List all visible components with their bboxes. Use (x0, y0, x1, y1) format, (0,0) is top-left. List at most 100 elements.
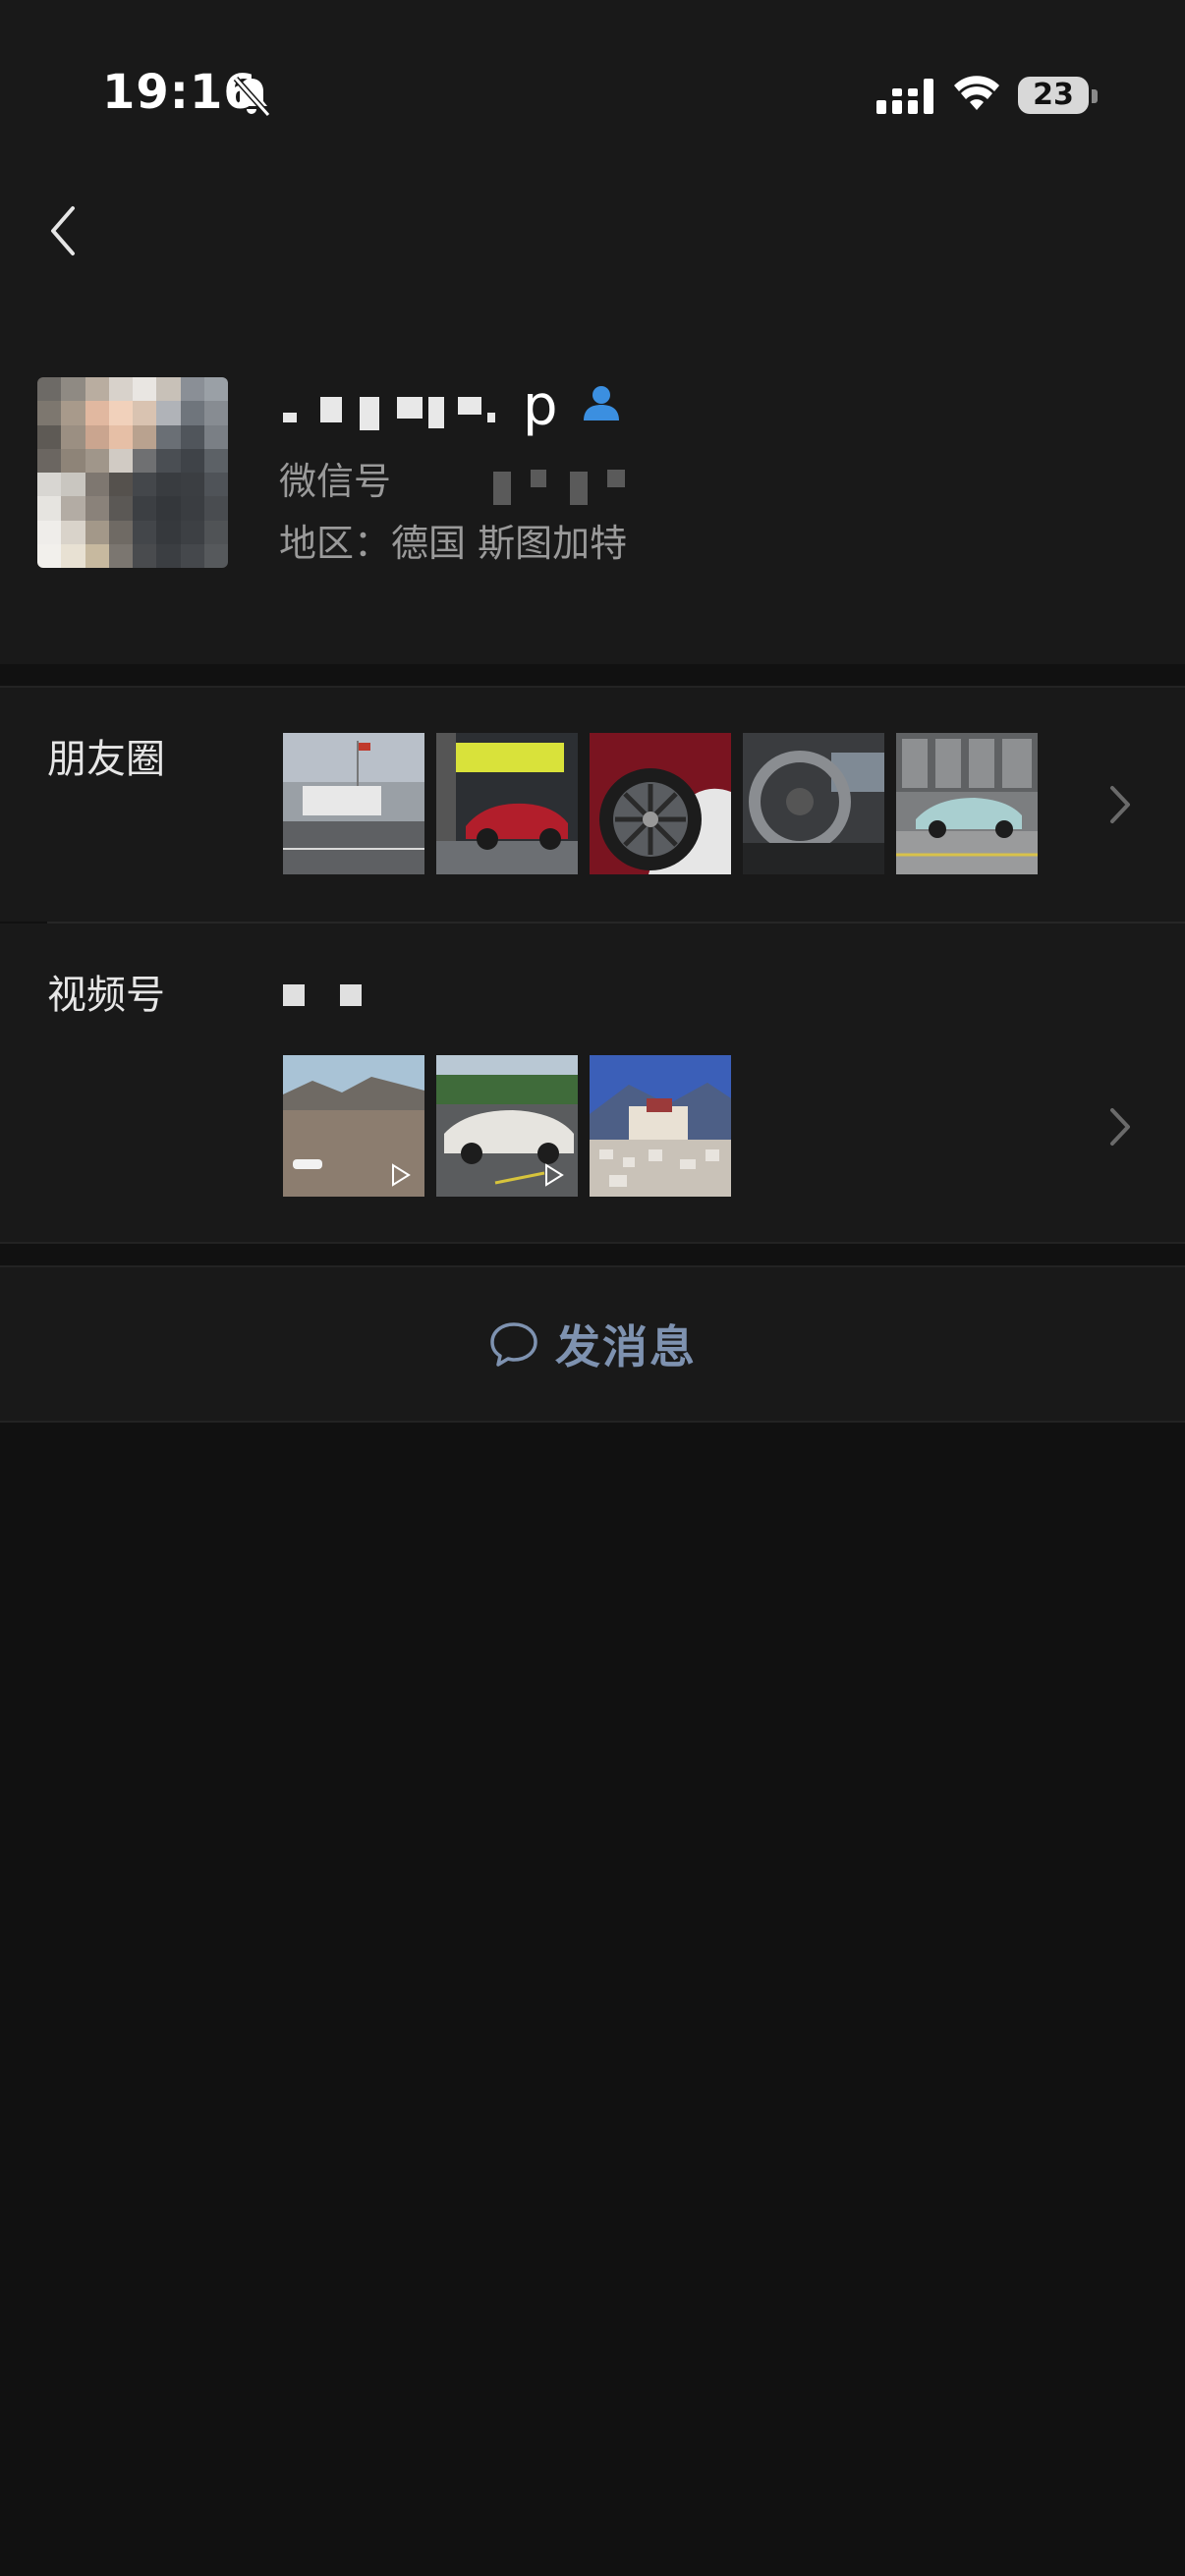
moments-row[interactable]: 朋友圈 (0, 688, 1185, 922)
avatar-pixel (133, 401, 157, 425)
avatar-pixel (108, 401, 133, 425)
wechat-id-row: 微信号 (279, 454, 625, 509)
signal-icon (876, 79, 933, 114)
send-message-label: 发消息 (555, 1320, 697, 1373)
avatar-pixel (203, 473, 228, 497)
channel-name-redacted (283, 984, 362, 1008)
avatar-pixel (203, 377, 228, 402)
bell-slash-icon (233, 77, 271, 117)
avatar-pixel (133, 448, 157, 473)
avatar-pixel (37, 473, 62, 497)
avatar-pixel (108, 424, 133, 449)
moments-thumbnail (436, 733, 578, 874)
redaction-block (531, 470, 546, 487)
redaction-block (320, 397, 342, 422)
avatar-pixel (108, 473, 133, 497)
avatar-pixel (61, 520, 85, 544)
avatar-pixel (133, 377, 157, 402)
avatar-pixel (203, 448, 228, 473)
chat-bubble-icon (490, 1322, 537, 1367)
avatar-pixel (85, 401, 109, 425)
avatar-pixel (203, 520, 228, 544)
redaction-block (607, 470, 625, 487)
moments-label: 朋友圈 (47, 737, 165, 782)
redaction-block (283, 413, 297, 422)
avatar-pixel (61, 424, 85, 449)
avatar-pixel (37, 424, 62, 449)
avatar-pixel (61, 543, 85, 568)
avatar-pixel (156, 520, 181, 544)
avatar-pixel (85, 496, 109, 521)
avatar-pixel (156, 377, 181, 402)
avatar-pixel (180, 424, 204, 449)
avatar-pixel (133, 496, 157, 521)
avatar-pixel (37, 496, 62, 521)
avatar-pixel (108, 377, 133, 402)
chevron-left-icon (51, 206, 75, 255)
avatar-pixel (85, 448, 109, 473)
moments-thumbnail (743, 733, 884, 874)
avatar-pixel (156, 448, 181, 473)
redaction-block (458, 397, 481, 415)
avatar[interactable] (37, 377, 228, 568)
avatar-pixel (156, 496, 181, 521)
avatar-pixel (133, 520, 157, 544)
redaction-block (360, 397, 379, 430)
avatar-pixel (180, 473, 204, 497)
avatar-pixel (85, 377, 109, 402)
avatar-pixel (203, 496, 228, 521)
back-button[interactable] (39, 196, 88, 265)
chevron-right-icon (1110, 786, 1130, 823)
avatar-pixel (156, 424, 181, 449)
channels-row[interactable]: 视频号 (0, 924, 1185, 1242)
channels-thumbnail (436, 1055, 578, 1197)
avatar-pixel (180, 448, 204, 473)
avatar-pixel (37, 377, 62, 402)
avatar-pixel (61, 401, 85, 425)
avatar-pixel (85, 520, 109, 544)
channels-label: 视频号 (47, 973, 165, 1018)
avatar-pixel (61, 448, 85, 473)
send-message-button[interactable]: 发消息 (0, 1267, 1185, 1421)
avatar-pixel (61, 496, 85, 521)
avatar-pixel (156, 473, 181, 497)
avatar-pixel (108, 520, 133, 544)
avatar-pixel (37, 448, 62, 473)
moments-thumbnail (896, 733, 1038, 874)
moments-thumbnail (283, 733, 424, 874)
avatar-pixel (156, 401, 181, 425)
avatar-pixel (133, 543, 157, 568)
avatar-pixel (133, 424, 157, 449)
avatar-pixel (180, 496, 204, 521)
wechat-id-label: 微信号 (279, 460, 392, 503)
avatar-pixel (180, 377, 204, 402)
battery-icon: 23 (1018, 77, 1089, 114)
redaction-block (570, 472, 588, 505)
channels-thumbnail (283, 1055, 424, 1197)
redaction-block (397, 397, 423, 419)
divider (0, 1421, 1185, 1423)
avatar-pixel (203, 401, 228, 425)
avatar-pixel (180, 543, 204, 568)
avatar-pixel (203, 543, 228, 568)
avatar-pixel (85, 473, 109, 497)
avatar-pixel (61, 377, 85, 402)
avatar-pixel (156, 543, 181, 568)
avatar-pixel (108, 448, 133, 473)
avatar-pixel (85, 543, 109, 568)
moments-thumbnail (590, 733, 731, 874)
avatar-pixel (108, 543, 133, 568)
avatar-pixel (133, 473, 157, 497)
divider (0, 1242, 1185, 1244)
contact-profile-screen: 19:16 23 p 微信号 地区：德国 斯图加特 朋友圈 视频号 发消息 (0, 0, 1185, 2576)
send-message-content: 发消息 (0, 1267, 1185, 1421)
avatar-pixel (85, 424, 109, 449)
redaction-block (340, 984, 362, 1006)
region-text: 地区：德国 斯图加特 (279, 522, 628, 565)
avatar-pixel (37, 543, 62, 568)
avatar-pixel (61, 473, 85, 497)
avatar-pixel (180, 520, 204, 544)
channels-thumbnail (590, 1055, 731, 1197)
avatar-pixel (37, 401, 62, 425)
avatar-pixel (180, 401, 204, 425)
